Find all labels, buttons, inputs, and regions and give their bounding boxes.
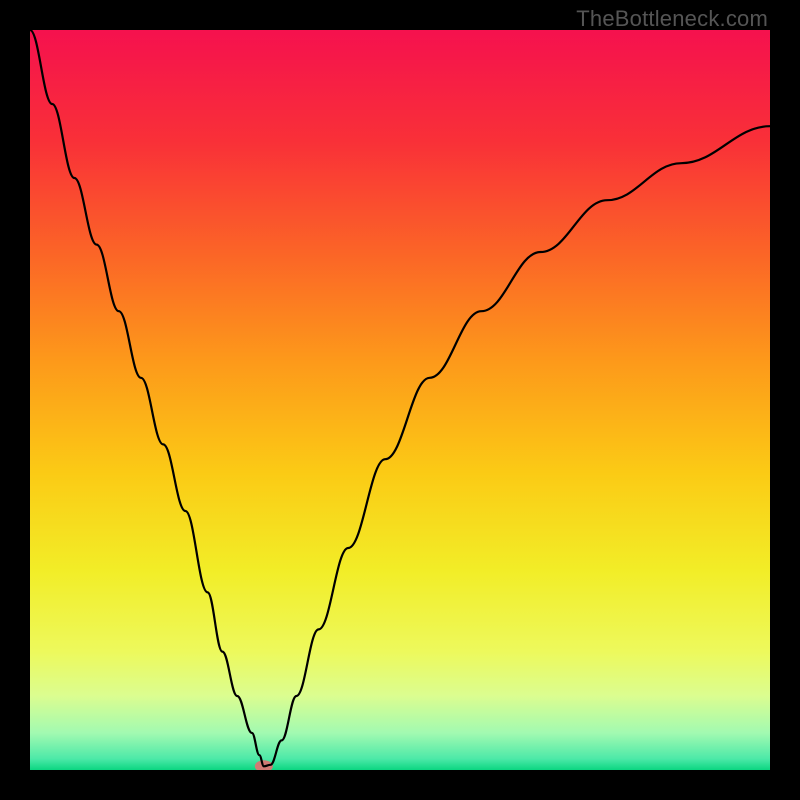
gradient-background bbox=[30, 30, 770, 770]
chart-svg bbox=[30, 30, 770, 770]
chart-container: TheBottleneck.com bbox=[0, 0, 800, 800]
plot-area bbox=[30, 30, 770, 770]
watermark-text: TheBottleneck.com bbox=[576, 6, 768, 32]
